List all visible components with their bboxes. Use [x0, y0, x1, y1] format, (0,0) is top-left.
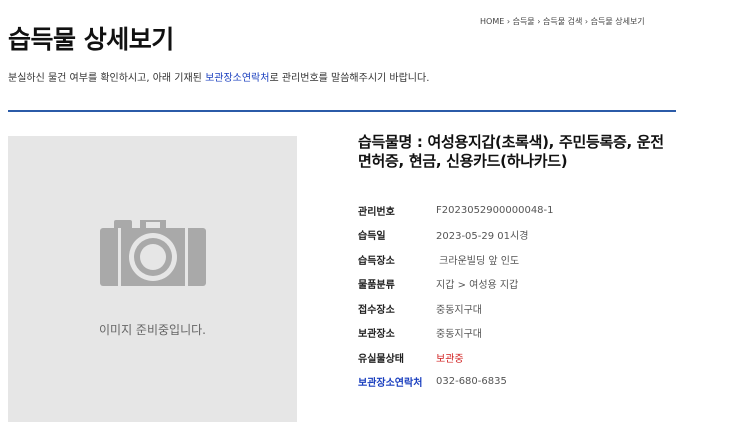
section-divider: [8, 110, 676, 112]
intro-after: 로 관리번호를 말씀해주시기 바랍니다.: [269, 73, 430, 84]
page-title: 습득물 상세보기: [8, 25, 174, 54]
detail-row-category: 물품분류 지갑 > 여성용 지갑: [358, 272, 554, 297]
detail-label: 물품분류: [358, 280, 395, 292]
breadcrumb-separator: ›: [537, 17, 541, 26]
storage-contact-link[interactable]: 보관장소연락처: [205, 73, 269, 84]
detail-row-reception-place: 접수장소 중동지구대: [358, 296, 554, 321]
detail-row-status: 유실물상태 보관중: [358, 345, 554, 370]
breadcrumb-home[interactable]: HOME: [480, 17, 504, 26]
photo-caption: 이미지 준비중입니다.: [99, 323, 206, 337]
item-details: 관리번호 F2023052900000048-1 습득일 2023-05-29 …: [358, 198, 554, 394]
detail-row-found-place: 습득장소 크라운빌딩 앞 인도: [358, 247, 554, 272]
detail-value: 2023-05-29 01시경: [436, 231, 529, 243]
detail-label: 습득장소: [358, 255, 395, 267]
breadcrumb-detail: 습득물 상세보기: [590, 17, 645, 26]
detail-value: F2023052900000048-1: [436, 204, 554, 216]
detail-row-found-date: 습득일 2023-05-29 01시경: [358, 223, 554, 248]
breadcrumb: HOME › 습득물 › 습득물 검색 › 습득물 상세보기: [480, 16, 645, 27]
detail-row-storage-contact: 보관장소연락처 032-680-6835: [358, 370, 554, 395]
detail-value: 032-680-6835: [436, 376, 507, 388]
intro-before: 분실하신 물건 여부를 확인하시고, 아래 기재된: [8, 73, 206, 84]
breadcrumb-search[interactable]: 습득물 검색: [543, 17, 582, 26]
detail-value: 지갑 > 여성용 지갑: [436, 280, 519, 292]
detail-row-storage-place: 보관장소 중동지구대: [358, 321, 554, 346]
detail-label: 유실물상태: [358, 353, 404, 365]
detail-value: 크라운빌딩 앞 인도: [436, 255, 520, 267]
detail-label: 습득일: [358, 231, 386, 243]
detail-value: 중동지구대: [436, 329, 482, 341]
breadcrumb-separator: ›: [584, 17, 589, 26]
intro-text: 분실하신 물건 여부를 확인하시고, 아래 기재된 보관장소연락처로 관리번호를…: [8, 69, 429, 84]
detail-label: 보관장소: [358, 329, 395, 341]
item-title: 습득물명 : 여성용지갑(초록색), 주민등록증, 운전면허증, 현금, 신용카…: [358, 133, 664, 170]
status-value: 보관중: [436, 353, 464, 365]
detail-label: 접수장소: [358, 304, 395, 316]
camera-icon: [100, 220, 206, 286]
detail-row-management-number: 관리번호 F2023052900000048-1: [358, 198, 554, 223]
breadcrumb-lost-items[interactable]: 습득물: [513, 17, 535, 26]
breadcrumb-separator: ›: [506, 17, 511, 26]
storage-contact-label-link[interactable]: 보관장소연락처: [358, 374, 436, 389]
detail-label: 관리번호: [358, 206, 395, 218]
item-photo-placeholder: 이미지 준비중입니다.: [8, 136, 297, 422]
detail-value: 중동지구대: [436, 304, 482, 316]
